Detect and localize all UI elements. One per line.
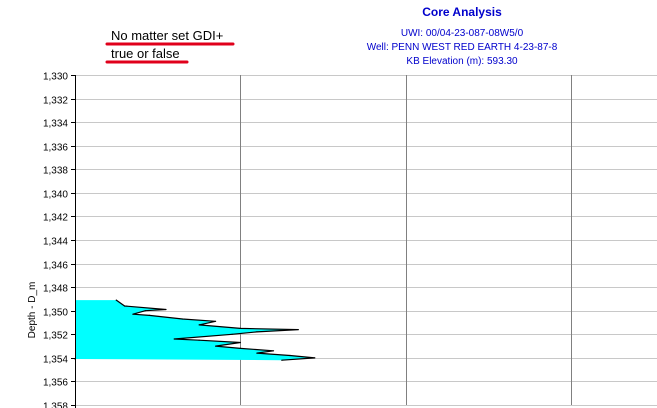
y-tick-label: 1,352 [43, 331, 68, 342]
y-tick-label: 1,356 [43, 378, 68, 389]
data-point [173, 338, 175, 340]
y-tick-label: 1,346 [43, 261, 68, 272]
data-point [231, 333, 233, 335]
data-point [132, 313, 134, 315]
y-tick-label: 1,348 [43, 284, 68, 295]
data-point [181, 318, 184, 320]
data-point [256, 352, 258, 354]
data-point [289, 354, 291, 357]
y-tick-label: 1,340 [43, 190, 68, 201]
y-tick-label: 1,332 [43, 96, 68, 107]
y-tick-label: 1,358 [43, 402, 68, 408]
data-point [198, 339, 200, 341]
series-layer [74, 299, 316, 361]
data-point [215, 320, 217, 322]
chart-subtitle-well: Well: PENN WEST RED EARTH 4-23-87-8 [367, 42, 558, 53]
y-tick-label: 1,344 [43, 237, 68, 248]
chart-title: Core Analysis [422, 5, 502, 19]
data-point [198, 324, 200, 326]
data-point [148, 314, 150, 316]
y-axis: 1,330 1,332 1,334 1,336 1,338 1,340 1,342 1,344… [43, 72, 76, 408]
data-point [165, 308, 167, 311]
data-point [115, 299, 117, 301]
y-tick-label: 1,334 [43, 119, 68, 130]
annotation-line-2: true or false [111, 46, 180, 61]
chart-subtitle-kb-elevation: KB Elevation (m): 593.30 [406, 56, 518, 67]
core-analysis-chart: Core Analysis UWI: 00/04-23-087-08W5/0 W… [27, 5, 657, 408]
data-point [239, 347, 241, 349]
data-point [297, 329, 299, 331]
data-point [256, 331, 258, 333]
data-point [314, 357, 316, 359]
y-tick-label: 1,350 [43, 308, 68, 319]
y-tick-label: 1,330 [43, 72, 68, 83]
y-tick-label: 1,354 [43, 355, 68, 366]
data-point [281, 359, 283, 361]
data-point [239, 327, 241, 329]
data-point [272, 350, 275, 352]
data-point [144, 310, 146, 312]
data-point [239, 341, 241, 344]
y-tick-label: 1,336 [43, 143, 68, 154]
y-tick-label: 1,342 [43, 213, 68, 224]
y-axis-label: Depth - D_m [27, 282, 38, 339]
annotation-line-1: No matter set GDI+ [111, 28, 223, 43]
data-point [215, 345, 217, 347]
y-tick-label: 1,338 [43, 166, 68, 177]
data-point [124, 305, 126, 307]
chart-subtitle-uwi: UWI: 00/04-23-087-08W5/0 [401, 28, 524, 39]
